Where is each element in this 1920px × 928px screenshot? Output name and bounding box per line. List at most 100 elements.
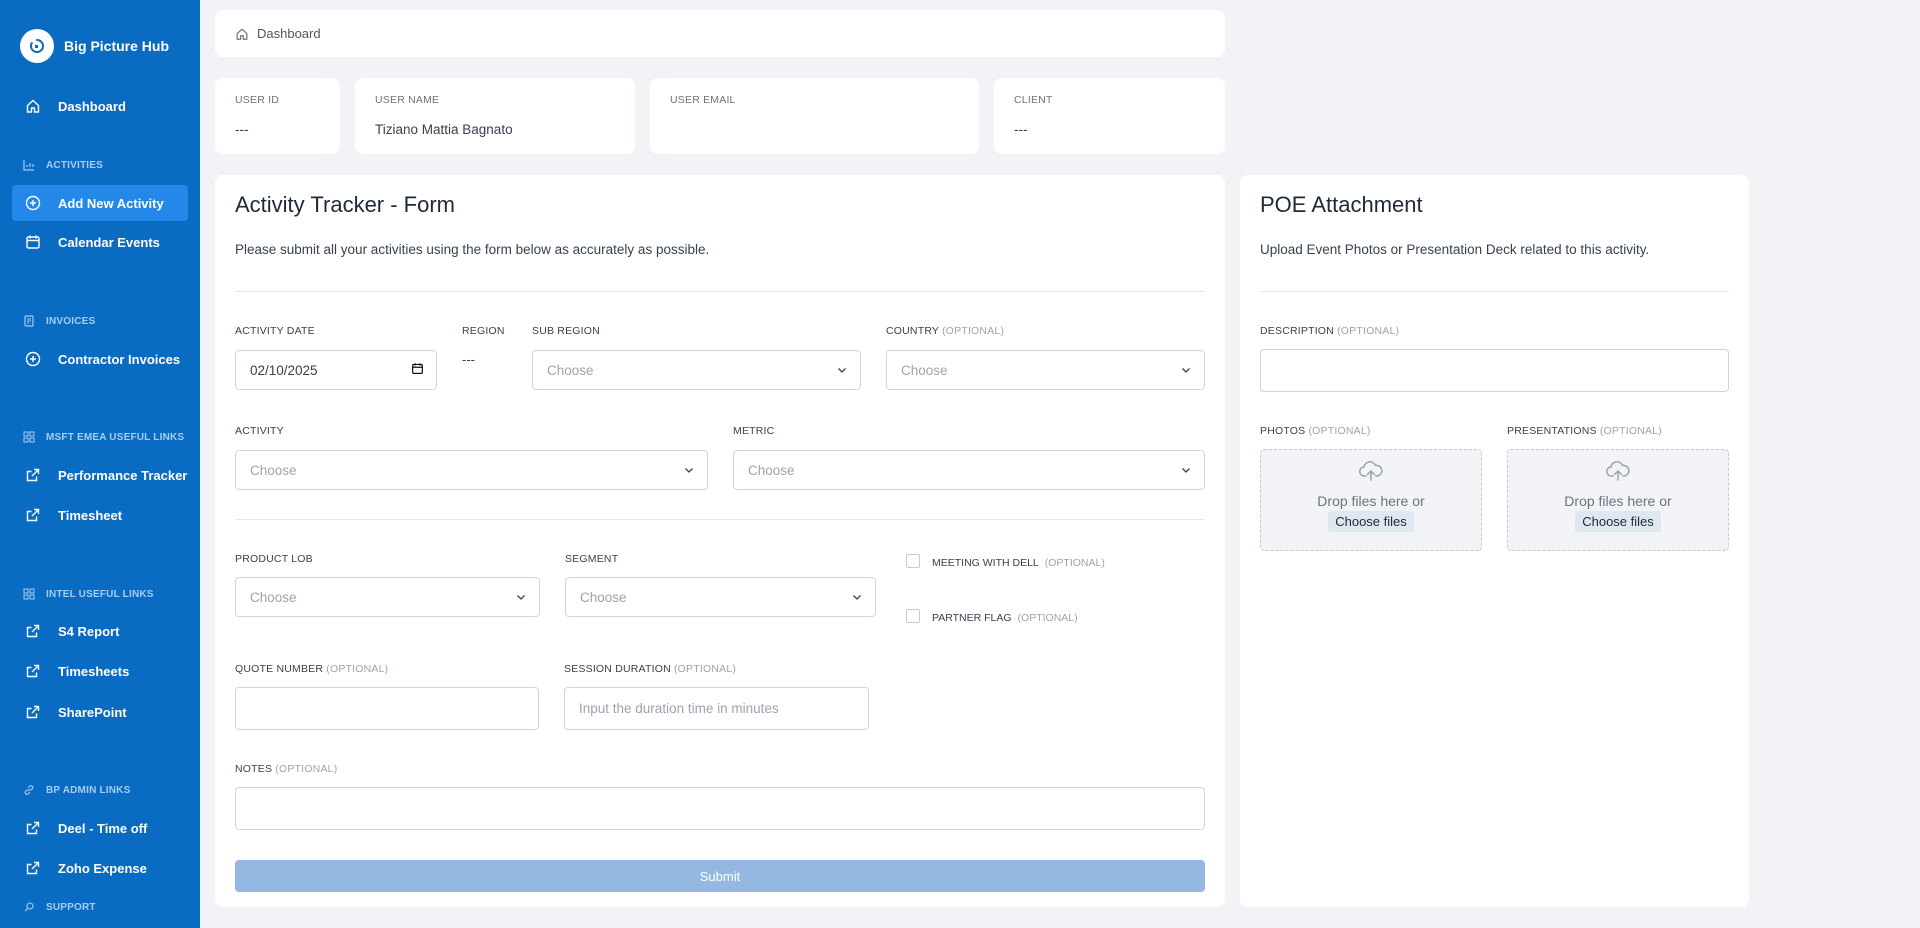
- user-name-label: USER NAME: [375, 94, 440, 106]
- sidebar-item-label: S4 Report: [58, 623, 120, 639]
- submit-button[interactable]: Submit: [235, 860, 1205, 892]
- photos-label: PHOTOS (OPTIONAL): [1260, 425, 1371, 437]
- client-card: CLIENT ---: [994, 78, 1225, 154]
- session-duration-text[interactable]: [579, 701, 854, 716]
- metric-select[interactable]: Choose: [733, 450, 1205, 490]
- sidebar: Big Picture Hub Dashboard ACTIVITIES Add…: [0, 0, 200, 928]
- description-text[interactable]: [1275, 363, 1714, 378]
- segment-select[interactable]: Choose: [565, 577, 876, 617]
- sidebar-section-activities: ACTIVITIES: [22, 158, 103, 172]
- sidebar-item-add-new-activity[interactable]: Add New Activity: [12, 185, 188, 221]
- form-subtitle: Please submit all your activities using …: [235, 242, 710, 257]
- drop-text: Drop files here or: [1317, 493, 1425, 509]
- sidebar-item-performance-tracker[interactable]: Performance Tracker: [12, 457, 188, 493]
- product-lob-label: PRODUCT LOB: [235, 553, 313, 565]
- activity-date-input[interactable]: 02/10/2025: [235, 350, 437, 390]
- sidebar-item-label: Dashboard: [58, 98, 126, 114]
- label-text: PRODUCT LOB: [235, 553, 313, 565]
- sidebar-item-timesheets[interactable]: Timesheets: [12, 653, 188, 689]
- cloud-upload-icon: [1606, 460, 1630, 487]
- form-title: Activity Tracker - Form: [235, 192, 456, 217]
- quote-number-text[interactable]: [250, 701, 524, 716]
- sidebar-item-s4-report[interactable]: S4 Report: [12, 613, 188, 649]
- support-icon: [22, 900, 36, 914]
- activity-date-value: 02/10/2025: [250, 362, 318, 378]
- quote-number-input[interactable]: [235, 687, 539, 730]
- calendar-icon: [22, 231, 44, 253]
- photos-dropzone[interactable]: Drop files here or Choose files: [1260, 449, 1482, 551]
- section-label: MSFT EMEA USEFUL LINKS: [46, 431, 185, 443]
- optional-tag: (OPTIONAL): [1017, 612, 1078, 624]
- client-value: ---: [1014, 122, 1028, 137]
- sidebar-item-deel-time-off[interactable]: Deel - Time off: [12, 810, 188, 846]
- region-value: ---: [462, 352, 475, 367]
- sidebar-item-contractor-invoices[interactable]: Contractor Invoices: [12, 341, 188, 377]
- form-divider: [235, 291, 1205, 292]
- chevron-down-icon: [851, 591, 863, 603]
- label-text: DESCRIPTION: [1260, 325, 1334, 337]
- description-input[interactable]: [1260, 349, 1729, 392]
- chevron-down-icon: [683, 464, 695, 476]
- user-email-label: USER EMAIL: [670, 94, 736, 106]
- partner-flag-checkbox[interactable]: [906, 609, 920, 623]
- sidebar-item-label: Add New Activity: [58, 195, 164, 211]
- user-id-value: ---: [235, 122, 249, 137]
- home-icon: [22, 95, 44, 117]
- sidebar-item-label: SharePoint: [58, 704, 127, 720]
- label-text: METRIC: [733, 425, 775, 437]
- chevron-down-icon: [515, 591, 527, 603]
- external-link-icon: [22, 620, 44, 642]
- notes-input[interactable]: [235, 787, 1205, 830]
- sidebar-item-zoho-expense[interactable]: Zoho Expense: [12, 850, 188, 886]
- country-select[interactable]: Choose: [886, 350, 1205, 390]
- link-icon: [22, 783, 36, 797]
- sidebar-item-timesheet[interactable]: Timesheet: [12, 497, 188, 533]
- label-text: SESSION DURATION: [564, 663, 671, 675]
- sub-region-select[interactable]: Choose: [532, 350, 861, 390]
- presentations-label: PRESENTATIONS (OPTIONAL): [1507, 425, 1662, 437]
- breadcrumb-dashboard-link[interactable]: Dashboard: [257, 26, 321, 41]
- sidebar-section-intel-links: INTEL USEFUL LINKS: [22, 587, 154, 601]
- presentations-dropzone[interactable]: Drop files here or Choose files: [1507, 449, 1729, 551]
- product-lob-select[interactable]: Choose: [235, 577, 540, 617]
- section-label: ACTIVITIES: [46, 159, 104, 171]
- sidebar-item-label: Contractor Invoices: [58, 351, 181, 367]
- external-link-icon: [22, 701, 44, 723]
- section-label: INVOICES: [46, 315, 96, 327]
- quote-number-label: QUOTE NUMBER (OPTIONAL): [235, 663, 388, 675]
- sidebar-item-sharepoint[interactable]: SharePoint: [12, 694, 188, 730]
- session-duration-input[interactable]: [564, 687, 869, 730]
- activity-placeholder: Choose: [250, 462, 297, 478]
- presentations-choose-files-button[interactable]: Choose files: [1575, 511, 1661, 532]
- segment-placeholder: Choose: [580, 589, 627, 605]
- grid-icon: [22, 430, 36, 444]
- sidebar-item-label: Deel - Time off: [58, 820, 148, 836]
- session-duration-label: SESSION DURATION (OPTIONAL): [564, 663, 736, 675]
- sidebar-item-calendar-events[interactable]: Calendar Events: [12, 224, 188, 260]
- sidebar-section-msft-links: MSFT EMEA USEFUL LINKS: [22, 430, 184, 444]
- optional-tag: (OPTIONAL): [1337, 325, 1400, 337]
- sidebar-item-dashboard[interactable]: Dashboard: [12, 88, 188, 124]
- optional-tag: (OPTIONAL): [673, 663, 737, 675]
- label-text: SUB REGION: [532, 325, 600, 337]
- sidebar-section-support[interactable]: SUPPORT: [22, 900, 96, 914]
- metric-label: METRIC: [733, 425, 774, 437]
- cloud-upload-icon: [1359, 460, 1383, 487]
- activity-date-label: ACTIVITY DATE: [235, 325, 315, 337]
- brand[interactable]: Big Picture Hub: [20, 29, 200, 63]
- sidebar-item-label: Zoho Expense: [58, 860, 147, 876]
- calendar-icon[interactable]: [411, 362, 424, 375]
- photos-choose-files-button[interactable]: Choose files: [1328, 511, 1414, 532]
- external-link-icon: [22, 504, 44, 526]
- form-divider: [235, 519, 1205, 520]
- label-text: SEGMENT: [565, 553, 619, 565]
- user-id-card: USER ID ---: [215, 78, 340, 154]
- chevron-down-icon: [1180, 464, 1192, 476]
- sidebar-item-label: Timesheets: [58, 663, 130, 679]
- activity-label: ACTIVITY: [235, 425, 284, 437]
- notes-text[interactable]: [250, 801, 1190, 816]
- meeting-with-dell-checkbox[interactable]: [906, 554, 920, 568]
- user-name-card: USER NAME Tiziano Mattia Bagnato: [355, 78, 635, 154]
- user-email-card: USER EMAIL: [650, 78, 979, 154]
- activity-select[interactable]: Choose: [235, 450, 708, 490]
